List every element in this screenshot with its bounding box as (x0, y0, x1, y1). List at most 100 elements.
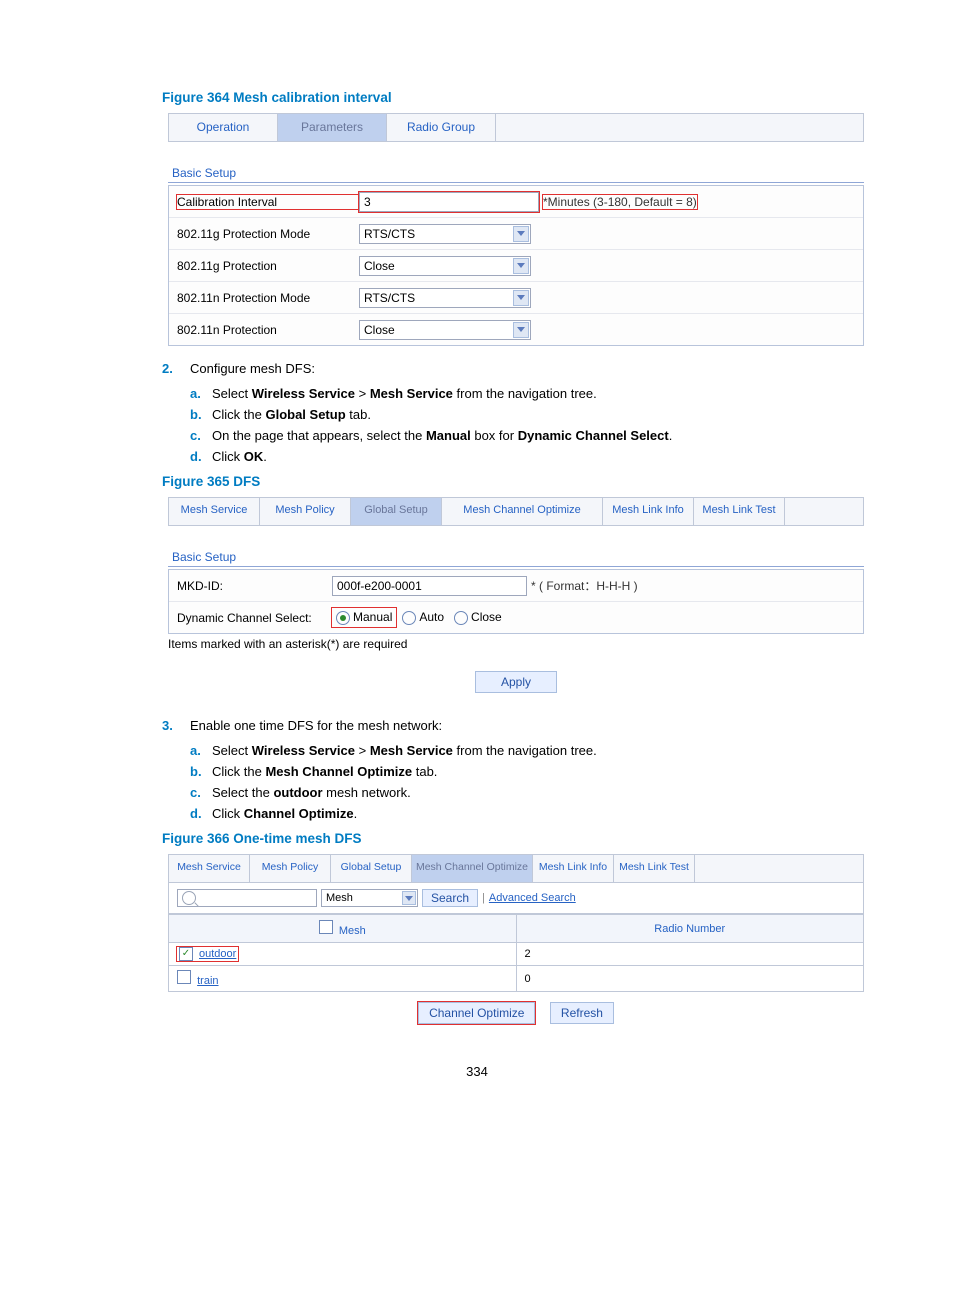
tab-mesh-service[interactable]: Mesh Service (168, 854, 250, 882)
search-field-value: Mesh (322, 892, 401, 904)
mkd-id-input[interactable] (332, 576, 527, 596)
tab-mesh-link-info[interactable]: Mesh Link Info (603, 497, 694, 525)
step-2-block: 2. Configure mesh DFS: a. Select Wireles… (162, 361, 864, 464)
calibration-label: Calibration Interval (177, 195, 359, 209)
page-number: 334 (90, 1064, 864, 1079)
step3c-letter: c. (190, 785, 212, 800)
row1-radio: 2 (516, 943, 864, 966)
step2b-text: Click the Global Setup tab. (212, 407, 864, 422)
chevron-down-icon (513, 290, 529, 306)
tab-mesh-service[interactable]: Mesh Service (168, 497, 260, 525)
tab-parameters[interactable]: Parameters (278, 113, 387, 141)
step-3-text: Enable one time DFS for the mesh network… (190, 718, 864, 733)
row-11n-mode: 802.11n Protection Mode RTS/CTS (169, 281, 863, 313)
search-bar: Mesh Search | Advanced Search (168, 883, 864, 914)
11n-prot-select[interactable]: Close (359, 320, 531, 340)
tab-global-setup[interactable]: Global Setup (331, 854, 412, 882)
fig366-tabbar: Mesh Service Mesh Policy Global Setup Me… (168, 854, 864, 883)
chevron-down-icon (402, 891, 416, 905)
figure-365-screenshot: Mesh Service Mesh Policy Global Setup Me… (168, 497, 864, 703)
11g-mode-value: RTS/CTS (360, 227, 512, 241)
step3b-text: Click the Mesh Channel Optimize tab. (212, 764, 864, 779)
row-mkd-id: MKD-ID: * ( Format：H-H-H ) (169, 570, 863, 601)
row2-checkbox[interactable] (177, 970, 191, 984)
search-icon (182, 891, 196, 905)
refresh-button[interactable]: Refresh (550, 1002, 614, 1024)
search-field-select[interactable]: Mesh (321, 889, 418, 907)
calibration-input[interactable] (359, 192, 539, 212)
channel-optimize-button[interactable]: Channel Optimize (418, 1002, 535, 1024)
chevron-down-icon (513, 226, 529, 242)
calibration-hint: *Minutes (3-180, Default = 8) (543, 195, 697, 209)
search-input[interactable] (177, 889, 317, 907)
11n-mode-label: 802.11n Protection Mode (177, 291, 359, 305)
chevron-down-icon (513, 258, 529, 274)
11n-prot-label: 802.11n Protection (177, 323, 359, 337)
search-button[interactable]: Search (422, 889, 478, 907)
chevron-down-icon (513, 322, 529, 338)
tab-mesh-link-info[interactable]: Mesh Link Info (533, 854, 614, 882)
step-3-num: 3. (162, 718, 190, 733)
row-11g-prot: 802.11g Protection Close (169, 249, 863, 281)
tab-radio-group[interactable]: Radio Group (387, 113, 496, 141)
tabbar-rest (785, 497, 864, 525)
dcs-opt-manual: Manual (353, 610, 392, 624)
11g-prot-select[interactable]: Close (359, 256, 531, 276)
11n-mode-select[interactable]: RTS/CTS (359, 288, 531, 308)
apply-button[interactable]: Apply (475, 671, 557, 693)
tab-operation[interactable]: Operation (168, 113, 278, 141)
table-row: outdoor 2 (169, 943, 864, 966)
tab-mesh-channel-optimize[interactable]: Mesh Channel Optimize (412, 854, 533, 882)
dcs-radio-group: Manual (332, 608, 396, 627)
table-row: train 0 (169, 966, 864, 992)
figure-364-title: Figure 364 Mesh calibration interval (162, 90, 864, 105)
step-3-block: 3. Enable one time DFS for the mesh netw… (162, 718, 864, 821)
dcs-opt-close: Close (471, 610, 502, 624)
11n-mode-value: RTS/CTS (360, 291, 512, 305)
row-11n-prot: 802.11n Protection Close (169, 313, 863, 345)
step2c-letter: c. (190, 428, 212, 443)
dcs-radio-manual[interactable] (336, 611, 350, 625)
step3a-text: Select Wireless Service > Mesh Service f… (212, 743, 864, 758)
row-11g-mode: 802.11g Protection Mode RTS/CTS (169, 217, 863, 249)
row2-radio: 0 (516, 966, 864, 992)
row2-name[interactable]: train (197, 975, 218, 987)
step3d-letter: d. (190, 806, 212, 821)
11g-prot-label: 802.11g Protection (177, 259, 359, 273)
step3d-text: Click Channel Optimize. (212, 806, 864, 821)
row1-name[interactable]: outdoor (199, 948, 236, 960)
step3b-letter: b. (190, 764, 212, 779)
tab-global-setup[interactable]: Global Setup (351, 497, 442, 525)
th-radio-number: Radio Number (516, 915, 864, 943)
tab-mesh-link-test[interactable]: Mesh Link Test (694, 497, 785, 525)
step2a-text: Select Wireless Service > Mesh Service f… (212, 386, 864, 401)
figure-365-title: Figure 365 DFS (162, 474, 864, 489)
figure-366-screenshot: Mesh Service Mesh Policy Global Setup Me… (168, 854, 864, 1024)
tab-mesh-channel-optimize[interactable]: Mesh Channel Optimize (442, 497, 603, 525)
mesh-table: Mesh Radio Number outdoor 2 train 0 (168, 914, 864, 992)
fig364-tabbar: Operation Parameters Radio Group (168, 113, 864, 142)
section-divider (168, 566, 864, 567)
step2d-text: Click OK. (212, 449, 864, 464)
mkd-id-label: MKD-ID: (177, 579, 332, 593)
tabbar-rest (695, 854, 864, 882)
basic-setup-label: Basic Setup (172, 166, 864, 180)
step3c-text: Select the outdoor mesh network. (212, 785, 864, 800)
dcs-label: Dynamic Channel Select: (177, 611, 332, 625)
figure-364-screenshot: Operation Parameters Radio Group Basic S… (168, 113, 864, 346)
basic-setup-label: Basic Setup (172, 550, 864, 564)
tab-mesh-policy[interactable]: Mesh Policy (260, 497, 351, 525)
select-all-checkbox[interactable] (319, 920, 333, 934)
11g-mode-select[interactable]: RTS/CTS (359, 224, 531, 244)
advanced-search-link[interactable]: Advanced Search (489, 892, 576, 904)
mkd-id-hint: * ( Format：H-H-H ) (531, 577, 638, 594)
tab-mesh-policy[interactable]: Mesh Policy (250, 854, 331, 882)
tab-mesh-link-test[interactable]: Mesh Link Test (614, 854, 695, 882)
dcs-radio-auto[interactable] (402, 611, 416, 625)
step2c-text: On the page that appears, select the Man… (212, 428, 864, 443)
row1-checkbox[interactable] (179, 947, 193, 961)
tabbar-rest (496, 113, 864, 141)
fig365-tabbar: Mesh Service Mesh Policy Global Setup Me… (168, 497, 864, 526)
step-2-num: 2. (162, 361, 190, 376)
dcs-radio-close[interactable] (454, 611, 468, 625)
